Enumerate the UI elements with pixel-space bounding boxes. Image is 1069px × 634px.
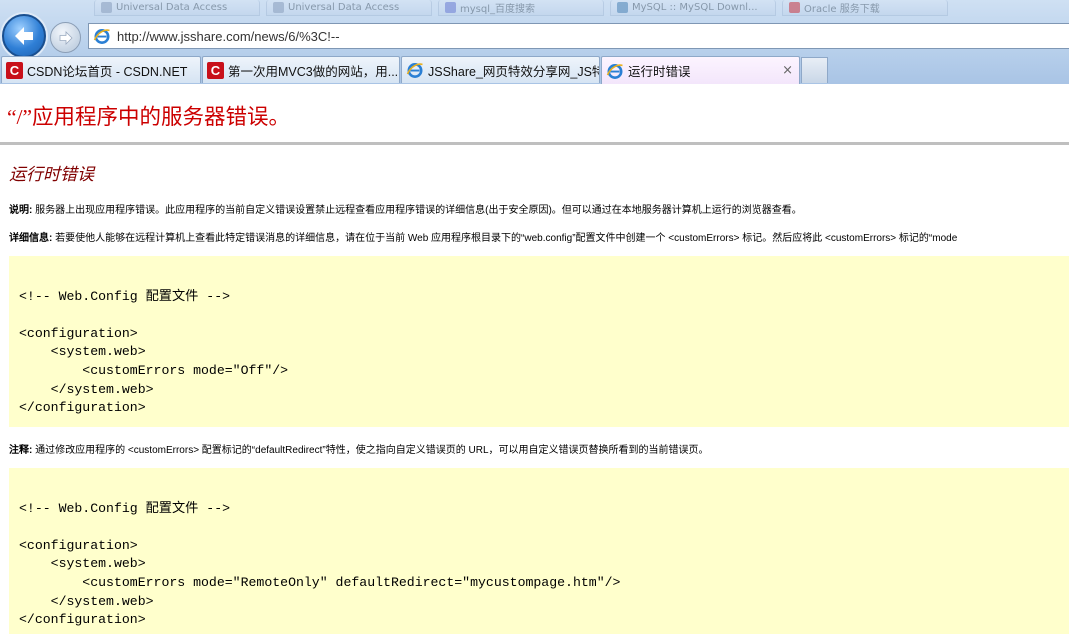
- oracle-icon: [789, 2, 800, 13]
- background-tab-label: Universal Data Access: [116, 2, 228, 13]
- close-tab-icon[interactable]: ×: [782, 63, 793, 78]
- url-text[interactable]: http://www.jsshare.com/news/6/%3C!--: [117, 29, 340, 44]
- tab-label: 第一次用MVC3做的网站，用...: [228, 64, 399, 79]
- page-content: “/”应用程序中的服务器错误。 运行时错误 说明: 服务器上出现应用程序错误。此…: [0, 84, 1069, 634]
- code-snippet-off: <!-- Web.Config 配置文件 --> <configuration>…: [19, 288, 289, 416]
- background-tab-label: mysql_百度搜索: [460, 4, 535, 15]
- note-text: 通过修改应用程序的 <customErrors> 配置标记的“defaultRe…: [32, 445, 709, 456]
- csdn-icon: C: [207, 61, 224, 79]
- details-label: 详细信息:: [9, 233, 53, 244]
- tab-runtime-error[interactable]: 运行时错误 ×: [601, 56, 800, 84]
- note-label: 注释:: [9, 445, 33, 456]
- ie-icon: [93, 27, 111, 45]
- page-icon: [101, 2, 112, 13]
- back-button[interactable]: [2, 14, 46, 58]
- tab-bar: C CSDN论坛首页 - CSDN.NET C 第一次用MVC3做的网站，用..…: [0, 56, 1069, 84]
- ie-icon: [606, 62, 624, 80]
- error-subtitle: 运行时错误: [9, 165, 94, 184]
- code-block: <!-- Web.Config 配置文件 --> <configuration>…: [9, 468, 1069, 634]
- background-tab[interactable]: Oracle 服务下载: [782, 0, 948, 16]
- forward-button[interactable]: [50, 22, 81, 53]
- divider: [0, 142, 1069, 145]
- page-icon: [273, 2, 284, 13]
- tab-jsshare[interactable]: JSShare_网页特效分享网_JS特...: [401, 56, 600, 83]
- baidu-icon: [445, 2, 456, 13]
- background-tab[interactable]: Universal Data Access: [266, 0, 432, 16]
- back-arrow-icon: [15, 27, 33, 45]
- background-tab-label: Oracle 服务下载: [804, 4, 880, 15]
- csdn-icon: C: [6, 61, 23, 79]
- background-tab[interactable]: mysql_百度搜索: [438, 0, 604, 16]
- tab-label: CSDN论坛首页 - CSDN.NET: [27, 64, 188, 79]
- ie-icon: [406, 61, 424, 79]
- tab-csdn-forum[interactable]: C CSDN论坛首页 - CSDN.NET: [1, 56, 201, 83]
- background-tab-strip: Universal Data Access Universal Data Acc…: [90, 0, 1069, 16]
- page-title: “/”应用程序中的服务器错误。: [7, 105, 291, 129]
- tab-mvc3-post[interactable]: C 第一次用MVC3做的网站，用...: [202, 56, 400, 83]
- note-paragraph: 注释: 通过修改应用程序的 <customErrors> 配置标记的“defau…: [9, 441, 709, 456]
- browser-chrome: Universal Data Access Universal Data Acc…: [0, 0, 1069, 84]
- background-tab[interactable]: MySQL :: MySQL Downl...: [610, 0, 776, 16]
- description-label: 说明:: [9, 205, 33, 216]
- description-paragraph: 说明: 服务器上出现应用程序错误。此应用程序的当前自定义错误设置禁止远程查看应用…: [9, 201, 802, 216]
- tab-label: 运行时错误: [628, 65, 691, 79]
- new-tab-button[interactable]: [801, 57, 828, 83]
- background-tab-label: MySQL :: MySQL Downl...: [632, 2, 758, 13]
- address-bar[interactable]: http://www.jsshare.com/news/6/%3C!--: [88, 23, 1069, 49]
- background-tab[interactable]: Universal Data Access: [94, 0, 260, 16]
- details-text: 若要使他人能够在远程计算机上查看此特定错误消息的详细信息，请在位于当前 Web …: [52, 233, 958, 244]
- code-snippet-remoteonly: <!-- Web.Config 配置文件 --> <configuration>…: [19, 500, 621, 628]
- details-paragraph: 详细信息: 若要使他人能够在远程计算机上查看此特定错误消息的详细信息，请在位于当…: [9, 229, 957, 244]
- description-text: 服务器上出现应用程序错误。此应用程序的当前自定义错误设置禁止远程查看应用程序错误…: [32, 205, 802, 216]
- background-tab-label: Universal Data Access: [288, 2, 400, 13]
- mysql-icon: [617, 2, 628, 13]
- code-block: <!-- Web.Config 配置文件 --> <configuration>…: [9, 256, 1069, 427]
- forward-arrow-icon: [59, 30, 73, 45]
- tab-label: JSShare_网页特效分享网_JS特...: [428, 64, 600, 79]
